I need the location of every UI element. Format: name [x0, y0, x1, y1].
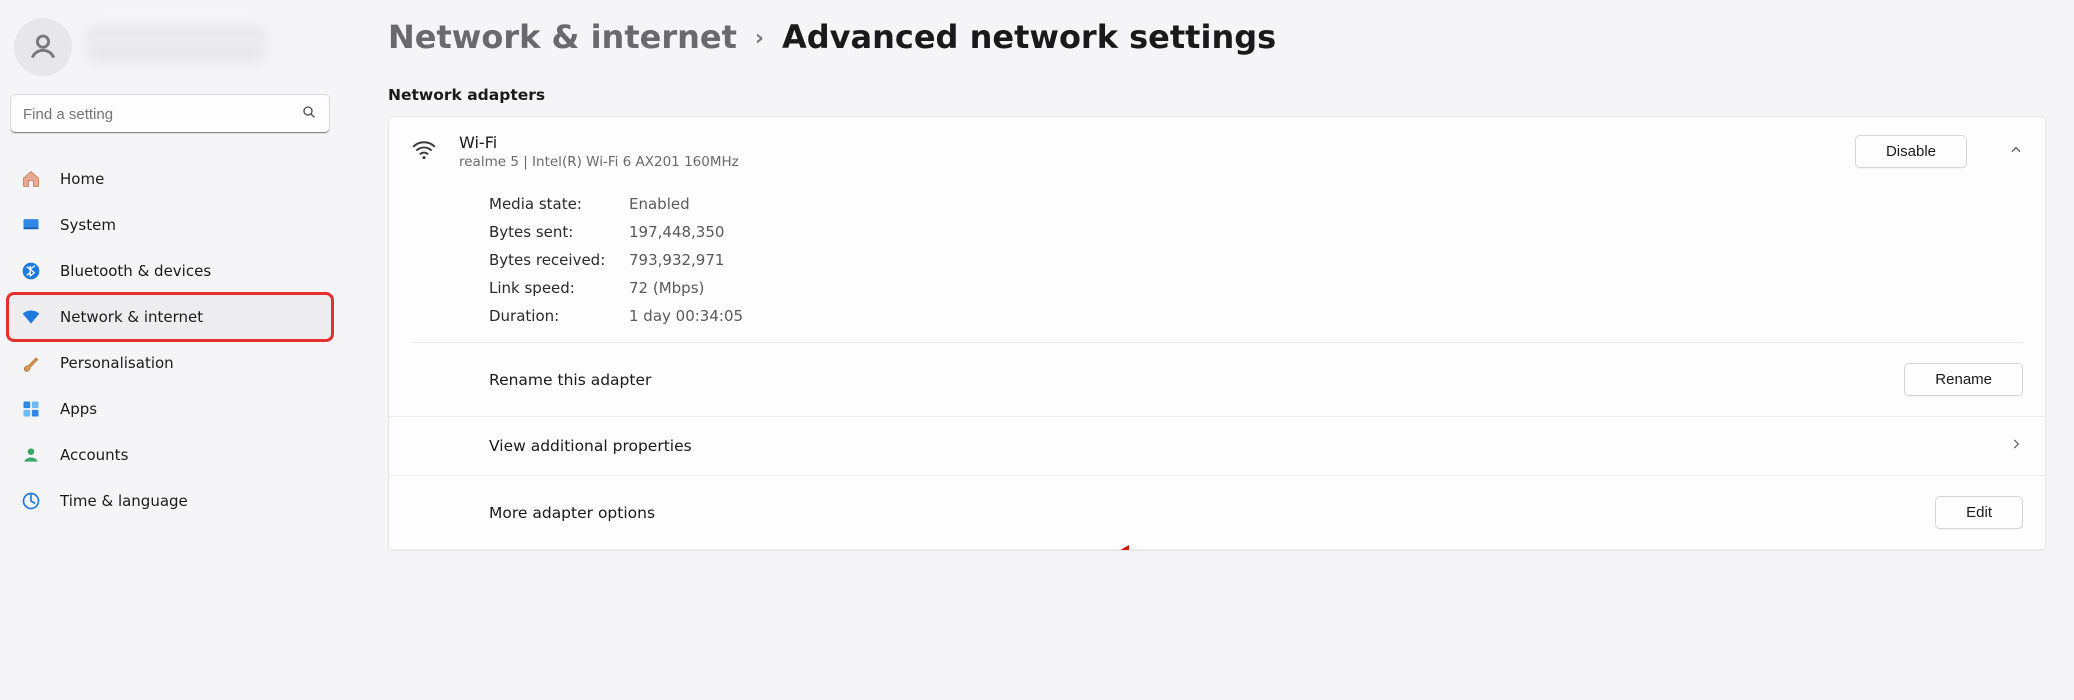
detail-link-speed: Link speed: 72 (Mbps) — [489, 274, 2023, 302]
sidebar-item-label: Apps — [60, 400, 97, 418]
adapter-title: Wi-Fi — [459, 133, 739, 152]
person-icon — [27, 31, 59, 63]
adapter-subtitle: realme 5 | Intel(R) Wi-Fi 6 AX201 160MHz — [459, 154, 739, 170]
wifi-signal-icon — [411, 137, 437, 167]
clock-globe-icon — [20, 490, 42, 512]
detail-bytes-received: Bytes received: 793,932,971 — [489, 246, 2023, 274]
disable-button[interactable]: Disable — [1855, 135, 1967, 168]
row-label: View additional properties — [489, 437, 692, 455]
adapter-card: Wi-Fi realme 5 | Intel(R) Wi-Fi 6 AX201 … — [388, 116, 2046, 551]
chevron-up-icon[interactable] — [2009, 143, 2023, 161]
account-name-obscured — [86, 27, 266, 67]
sidebar-item-personalisation[interactable]: Personalisation — [8, 340, 332, 386]
home-icon — [20, 168, 42, 190]
detail-key: Media state: — [489, 190, 629, 218]
sidebar-item-system[interactable]: System — [8, 202, 332, 248]
main-content: Network & internet › Advanced network se… — [340, 0, 2074, 700]
sidebar-item-label: System — [60, 216, 116, 234]
bluetooth-icon — [20, 260, 42, 282]
detail-key: Duration: — [489, 302, 629, 330]
row-rename-adapter[interactable]: Rename this adapter Rename — [389, 343, 2045, 417]
detail-key: Bytes sent: — [489, 218, 629, 246]
breadcrumb-current: Advanced network settings — [782, 18, 1276, 56]
detail-key: Link speed: — [489, 274, 629, 302]
sidebar-item-label: Home — [60, 170, 104, 188]
detail-key: Bytes received: — [489, 246, 629, 274]
row-more-adapter-options[interactable]: More adapter options Edit — [389, 476, 2045, 550]
adapter-header[interactable]: Wi-Fi realme 5 | Intel(R) Wi-Fi 6 AX201 … — [389, 117, 2045, 186]
row-label: More adapter options — [489, 504, 655, 522]
sidebar-nav: Home System Bluetooth & devices Network … — [8, 156, 332, 524]
rename-button[interactable]: Rename — [1904, 363, 2023, 396]
detail-media-state: Media state: Enabled — [489, 190, 2023, 218]
row-view-additional-properties[interactable]: View additional properties — [389, 417, 2045, 476]
detail-value: 197,448,350 — [629, 218, 724, 246]
sidebar-item-label: Time & language — [60, 492, 188, 510]
edit-button[interactable]: Edit — [1935, 496, 2023, 529]
sidebar-item-label: Personalisation — [60, 354, 174, 372]
sidebar-item-accounts[interactable]: Accounts — [8, 432, 332, 478]
brush-icon — [20, 352, 42, 374]
sidebar-item-bluetooth[interactable]: Bluetooth & devices — [8, 248, 332, 294]
accounts-icon — [20, 444, 42, 466]
detail-value: 1 day 00:34:05 — [629, 302, 743, 330]
search-box[interactable] — [10, 94, 330, 134]
sidebar: Home System Bluetooth & devices Network … — [0, 0, 340, 700]
avatar — [14, 18, 72, 76]
detail-value: 72 (Mbps) — [629, 274, 704, 302]
search-icon — [301, 104, 317, 124]
sidebar-item-label: Accounts — [60, 446, 128, 464]
detail-value: Enabled — [629, 190, 690, 218]
account-block[interactable] — [8, 12, 332, 94]
chevron-right-icon: › — [755, 26, 764, 51]
section-heading-network-adapters: Network adapters — [388, 86, 2046, 104]
adapter-details: Media state: Enabled Bytes sent: 197,448… — [411, 186, 2023, 343]
apps-icon — [20, 398, 42, 420]
search-input[interactable] — [23, 106, 301, 123]
detail-duration: Duration: 1 day 00:34:05 — [489, 302, 2023, 330]
chevron-right-icon — [2009, 437, 2023, 455]
row-label: Rename this adapter — [489, 371, 651, 389]
adapter-title-block: Wi-Fi realme 5 | Intel(R) Wi-Fi 6 AX201 … — [459, 133, 739, 170]
breadcrumb: Network & internet › Advanced network se… — [388, 18, 2046, 56]
detail-value: 793,932,971 — [629, 246, 724, 274]
sidebar-item-label: Network & internet — [60, 308, 203, 326]
detail-bytes-sent: Bytes sent: 197,448,350 — [489, 218, 2023, 246]
wifi-icon — [20, 306, 42, 328]
sidebar-item-network[interactable]: Network & internet — [8, 294, 332, 340]
breadcrumb-parent[interactable]: Network & internet — [388, 18, 737, 56]
sidebar-item-apps[interactable]: Apps — [8, 386, 332, 432]
sidebar-item-home[interactable]: Home — [8, 156, 332, 202]
system-icon — [20, 214, 42, 236]
sidebar-item-time-language[interactable]: Time & language — [8, 478, 332, 524]
sidebar-item-label: Bluetooth & devices — [60, 262, 211, 280]
